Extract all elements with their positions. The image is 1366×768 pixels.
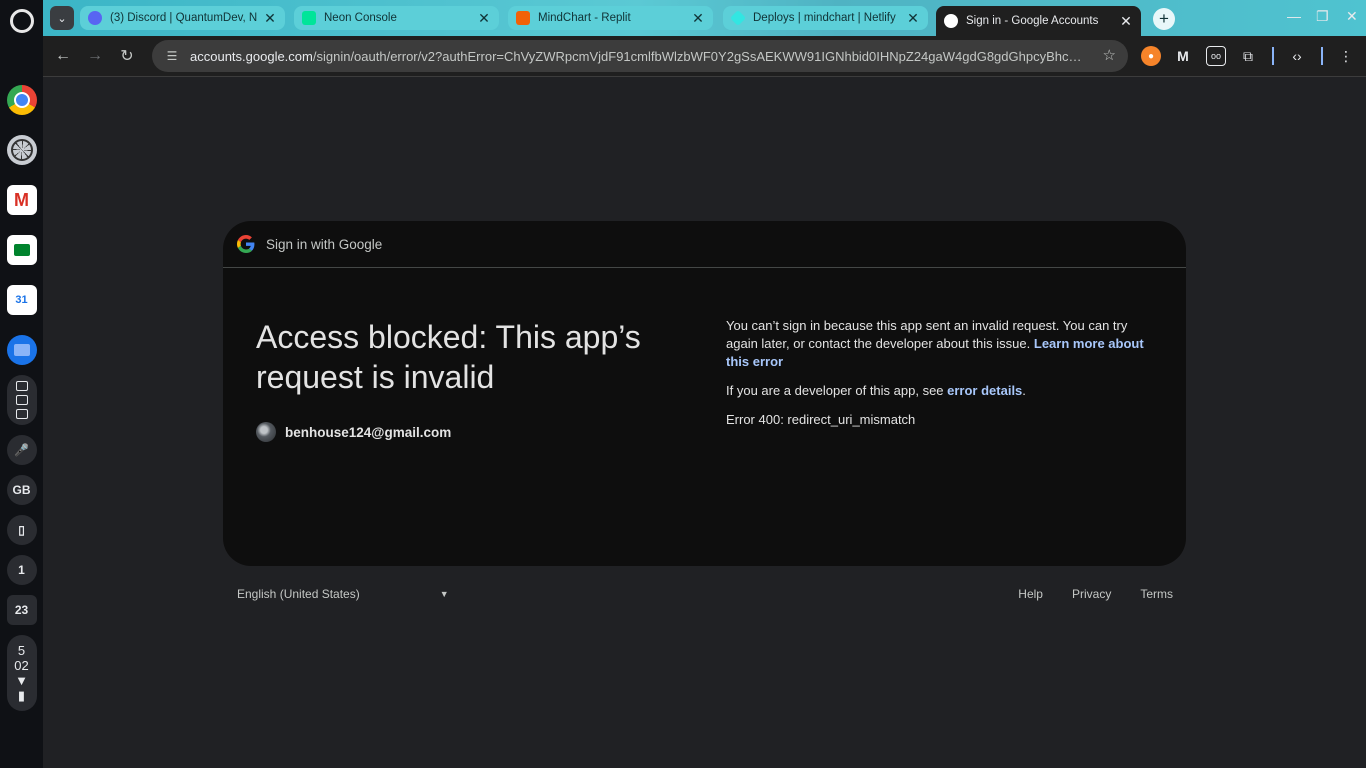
tab-google-signin[interactable]: Sign in - Google Accounts ✕ [936,6,1141,36]
error-details-link[interactable]: error details [947,383,1022,398]
tab-title: Sign in - Google Accounts [966,15,1099,27]
avatar [256,422,276,442]
browser-window: ⌄ (3) Discord | QuantumDev, N ✕ Neon Con… [43,0,1366,768]
discord-icon [88,11,102,25]
right-column: You can’t sign in because this app sent … [726,317,1156,440]
url-text[interactable]: accounts.google.com/signin/oauth/error/v… [190,49,1090,64]
url-host: accounts.google.com [190,48,313,64]
signin-card: Sign in with Google Access blocked: This… [223,221,1186,566]
url-path: /signin/oauth/error/v2?authError=ChVyZWR… [312,48,1090,64]
phone-hub-icon[interactable]: ▯ [6,515,37,545]
privacy-link[interactable]: Privacy [1072,587,1111,601]
chromeos-shelf: M 31 🎤 GB ▯ 1 23 5 02 ▼ ▮ [0,0,43,768]
tab-neon-console[interactable]: Neon Console ✕ [294,6,499,30]
close-icon[interactable]: ✕ [691,10,705,27]
error-code: Error 400: redirect_uri_mismatch [726,412,916,427]
back-icon[interactable]: ← [49,42,77,70]
forward-icon[interactable]: → [81,42,109,70]
close-window-icon[interactable]: ✕ [1346,8,1358,25]
microphone-icon[interactable]: 🎤 [6,435,37,465]
clock-hour: 5 [17,643,26,658]
close-icon[interactable]: ✕ [1119,13,1133,30]
toolbar-divider [1321,47,1323,65]
page-title: Access blocked: This app’s request is in… [256,319,641,395]
language-label: English (United States) [237,587,360,601]
extension-m-icon[interactable]: M [1173,46,1193,66]
tab-title: Deploys | mindchart | Netlify [753,12,896,24]
left-column: Access blocked: This app’s request is in… [256,317,676,442]
google-icon [944,14,958,28]
google-g-icon [237,235,255,253]
extension-orange-icon[interactable]: ● [1141,46,1161,66]
developer-message-end: . [1022,383,1026,398]
new-tab-button[interactable]: + [1153,8,1175,30]
footer-links: Help Privacy Terms [1018,587,1173,601]
neon-icon [302,11,316,25]
calendar-icon[interactable]: 31 [6,285,37,315]
close-icon[interactable]: ✕ [477,10,491,27]
restore-icon[interactable]: ❐ [1316,8,1329,25]
netlify-icon [730,10,746,26]
meet-icon[interactable] [6,235,37,265]
screenshot-tray[interactable] [6,375,37,425]
reload-icon[interactable]: ↻ [113,42,141,70]
toolbar-divider [1272,47,1274,65]
notification-count-badge[interactable]: 1 [6,555,37,585]
devtools-icon[interactable]: ‹› [1287,46,1307,66]
download-icon [15,395,28,405]
wheel-app-icon[interactable] [6,135,37,165]
tab-netlify[interactable]: Deploys | mindchart | Netlify ✕ [723,6,928,30]
terms-link[interactable]: Terms [1140,587,1173,601]
error-message: You can’t sign in because this app sent … [726,317,1156,371]
account-chip[interactable]: benhouse124@gmail.com [256,422,676,442]
replit-icon [516,11,530,25]
card-header-title: Sign in with Google [266,236,383,252]
wifi-icon: ▼ [15,673,28,688]
tab-title: MindChart - Replit [538,12,631,24]
language-select[interactable]: English (United States) ▼ [237,587,449,601]
address-bar[interactable]: ☰ accounts.google.com/signin/oauth/error… [152,40,1128,72]
tab-discord[interactable]: (3) Discord | QuantumDev, N ✕ [80,6,285,30]
tab-title: (3) Discord | QuantumDev, N [110,12,257,24]
account-email: benhouse124@gmail.com [285,424,452,440]
extension-robot-icon[interactable]: oo [1206,46,1226,66]
help-link[interactable]: Help [1018,587,1043,601]
tab-replit[interactable]: MindChart - Replit ✕ [508,6,713,30]
developer-message: If you are a developer of this app, see … [726,382,1156,400]
battery-icon: ▮ [17,688,26,703]
card-header: Sign in with Google [223,221,1186,268]
calendar-day: 31 [15,294,28,306]
gmail-icon[interactable]: M [6,185,37,215]
status-clock[interactable]: 5 02 ▼ ▮ [6,635,37,711]
browser-toolbar: ← → ↻ ☰ accounts.google.com/signin/oauth… [43,36,1366,77]
keyboard-layout-badge[interactable]: GB [6,475,37,505]
tab-title: Neon Console [324,12,397,24]
close-icon[interactable]: ✕ [906,10,920,27]
extensions-puzzle-icon[interactable]: ⧉ [1238,46,1258,66]
close-icon[interactable]: ✕ [263,10,277,27]
minimize-icon[interactable]: — [1287,8,1301,24]
tab-strip: ⌄ (3) Discord | QuantumDev, N ✕ Neon Con… [43,0,1366,36]
page-content: Sign in with Google Access blocked: This… [43,77,1366,768]
launcher-icon[interactable] [9,9,34,33]
download-icon [15,409,28,419]
image-icon [15,381,28,391]
tab-search-button[interactable]: ⌄ [50,6,74,30]
bookmark-star-icon[interactable]: ☆ [1103,46,1116,64]
files-icon[interactable] [6,335,37,365]
page-footer: English (United States) ▼ Help Privacy T… [237,587,1173,601]
chrome-icon[interactable] [6,85,37,115]
site-info-icon[interactable]: ☰ [162,46,182,66]
caret-down-icon: ▼ [439,589,449,599]
gmail-glyph: M [14,189,29,210]
developer-message-text: If you are a developer of this app, see [726,383,948,398]
menu-kebab-icon[interactable]: ⋮ [1336,46,1356,66]
clock-minute: 02 [14,658,29,673]
date-tray[interactable]: 23 [6,595,37,625]
